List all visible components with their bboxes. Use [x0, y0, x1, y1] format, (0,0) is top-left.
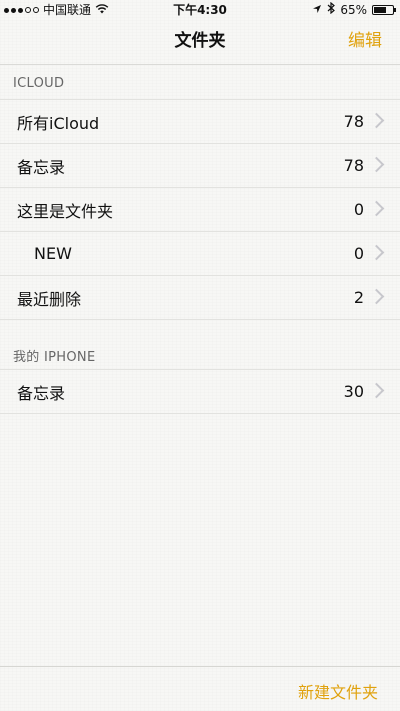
notes-app: 中国联通 下午4:30 65% 文件夹 编辑 ICLOUD 所有iCloud 7… — [0, 0, 400, 711]
folder-label: 备忘录 — [17, 157, 66, 177]
folder-row-recently-deleted[interactable]: 最近删除 2 — [0, 275, 400, 320]
folder-count: 78 — [343, 112, 364, 131]
chevron-right-icon — [368, 112, 385, 129]
folder-label: 所有iCloud — [17, 113, 100, 133]
folder-count: 78 — [343, 156, 364, 175]
edit-button[interactable]: 编辑 — [348, 20, 382, 62]
folder-label: 最近删除 — [17, 289, 82, 309]
battery-level-fill — [374, 7, 386, 13]
icloud-folder-list: 所有iCloud 78 备忘录 78 这里是文件夹 0 NEW 0 最近删除 2 — [0, 99, 400, 320]
chevron-right-icon — [368, 244, 385, 261]
folder-row-iphone-notes[interactable]: 备忘录 30 — [0, 369, 400, 414]
section-header-icloud: ICLOUD — [13, 76, 65, 91]
page-title: 文件夹 — [174, 31, 226, 51]
folder-count: 0 — [353, 200, 364, 219]
folder-label: 这里是文件夹 — [17, 201, 114, 221]
folder-label: NEW — [34, 244, 72, 263]
chevron-right-icon — [368, 382, 385, 399]
folder-row-new[interactable]: NEW 0 — [0, 231, 400, 275]
chevron-right-icon — [368, 200, 385, 217]
folder-count: 30 — [343, 382, 364, 401]
section-header-my-iphone: 我的 IPHONE — [13, 350, 96, 365]
new-folder-button[interactable]: 新建文件夹 — [298, 679, 378, 703]
location-arrow-icon — [312, 0, 322, 20]
chevron-right-icon — [368, 288, 385, 305]
bluetooth-icon — [327, 0, 336, 20]
folder-row-all-icloud[interactable]: 所有iCloud 78 — [0, 99, 400, 143]
bottom-toolbar: 新建文件夹 — [0, 666, 400, 711]
status-bar: 中国联通 下午4:30 65% — [0, 0, 400, 20]
battery-icon — [372, 5, 396, 15]
folder-row-this-is-folder[interactable]: 这里是文件夹 0 — [0, 187, 400, 231]
folder-row-notes[interactable]: 备忘录 78 — [0, 143, 400, 187]
folder-count: 0 — [353, 244, 364, 263]
status-right: 65% — [312, 0, 396, 20]
folder-count: 2 — [353, 288, 364, 307]
battery-percent: 65% — [340, 3, 367, 17]
chevron-right-icon — [368, 156, 385, 173]
folder-label: 备忘录 — [17, 383, 66, 403]
navigation-bar: 文件夹 编辑 — [0, 20, 400, 65]
iphone-folder-list: 备忘录 30 — [0, 369, 400, 414]
